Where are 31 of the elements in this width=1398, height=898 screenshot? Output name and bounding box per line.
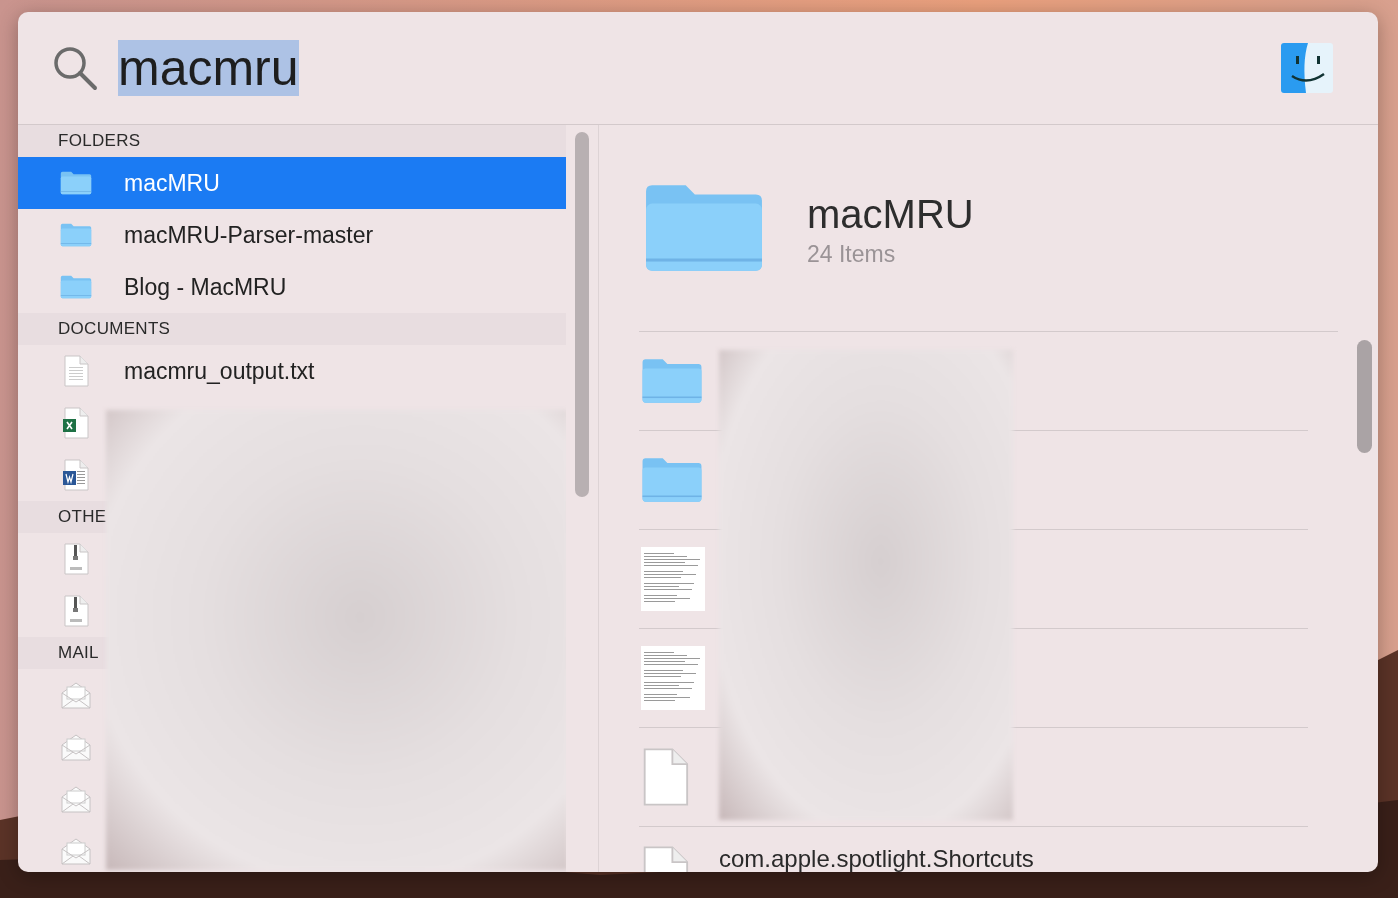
scrollbar-thumb[interactable]	[575, 132, 589, 497]
result-item[interactable]: Blog - MacMRU	[18, 261, 566, 313]
envelope-icon	[60, 837, 92, 865]
result-item[interactable]: macMRU-Parser-master	[18, 209, 566, 261]
section-header: FOLDERS	[18, 125, 566, 157]
scrollbar-thumb[interactable]	[1357, 340, 1372, 453]
folder-icon	[60, 171, 92, 195]
zip-file-icon	[63, 595, 89, 627]
result-item[interactable]: macmru_output.txt	[18, 345, 566, 397]
item-count: 24 Items	[807, 241, 897, 268]
zip-file-icon	[63, 543, 89, 575]
text-file-icon	[63, 355, 89, 387]
envelope-icon	[60, 681, 92, 709]
finder-icon	[1280, 42, 1334, 94]
section-header: DOCUMENTS	[18, 313, 566, 345]
folder-icon	[641, 357, 703, 405]
document-thumbnail	[641, 547, 705, 611]
file-name: com.apple.spotlight.Shortcuts	[719, 845, 1034, 872]
envelope-icon	[60, 733, 92, 761]
result-item[interactable]: macMRU	[18, 157, 566, 209]
folder-icon	[641, 456, 703, 504]
word-document-icon	[63, 459, 89, 491]
search-field[interactable]: macmru	[118, 37, 1260, 99]
folder-icon	[60, 275, 92, 299]
envelope-icon	[60, 785, 92, 813]
preview-title: macMRU	[807, 192, 974, 237]
folder-icon	[60, 223, 92, 247]
blank-document-icon	[641, 747, 689, 807]
search-icon	[52, 45, 98, 91]
spreadsheet-icon	[63, 407, 89, 439]
document-thumbnail	[641, 646, 705, 710]
